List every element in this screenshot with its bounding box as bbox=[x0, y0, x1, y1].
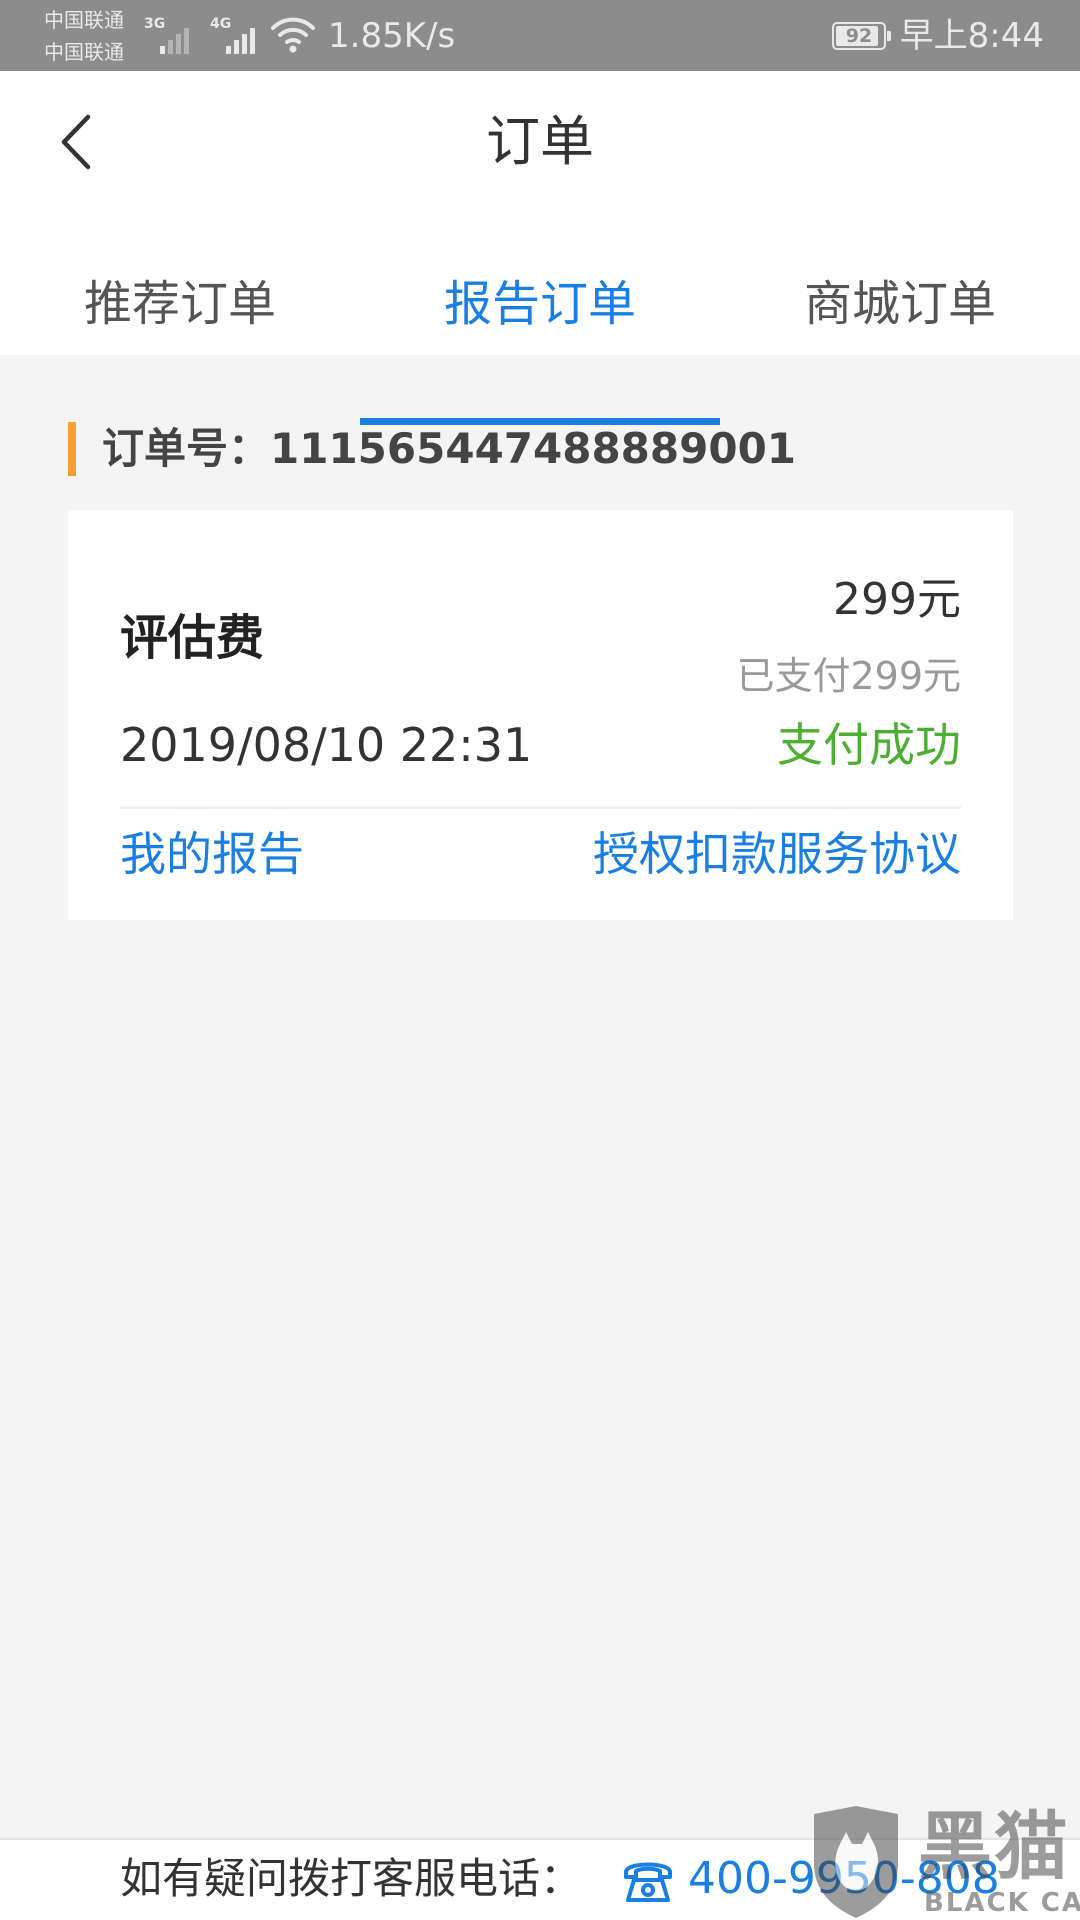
tab-recommended-orders[interactable]: 推荐订单 bbox=[0, 249, 360, 355]
cat-shield-logo bbox=[814, 1806, 898, 1918]
my-report-link[interactable]: 我的报告 bbox=[120, 822, 304, 886]
card-divider bbox=[120, 806, 961, 809]
tab-report-orders[interactable]: 报告订单 bbox=[360, 249, 720, 355]
battery-icon: 92 bbox=[832, 22, 891, 50]
header: 订单 推荐订单 报告订单 商城订单 bbox=[0, 71, 1080, 425]
order-time: 2019/08/10 22:31 bbox=[120, 718, 533, 772]
watermark-text: 黑猫 bbox=[918, 1804, 1070, 1890]
network-speed: 1.85K/s bbox=[328, 16, 456, 56]
hotline-label: 如有疑问拨打客服电话： bbox=[120, 1854, 583, 1903]
network-type-4g: 4G bbox=[210, 16, 232, 32]
carrier-name-primary: 中国联通 bbox=[44, 8, 124, 32]
phone-icon[interactable] bbox=[620, 1852, 676, 1906]
order-number: 订单号：1115654474888890​01 bbox=[102, 424, 797, 473]
status-bar: 中国联通 中国联通 3G 4G 1.85K/s 92 早上8:44 bbox=[0, 0, 1080, 71]
order-price: 299元 bbox=[833, 574, 961, 625]
tab-mall-orders[interactable]: 商城订单 bbox=[720, 249, 1080, 355]
order-tabs: 推荐订单 报告订单 商城订单 bbox=[0, 249, 1080, 425]
wifi-icon bbox=[271, 17, 315, 53]
network-type-3g: 3G bbox=[144, 16, 166, 32]
battery-percent: 92 bbox=[845, 25, 873, 47]
order-card: 评估费 299元 已支付299元 2019/08/10 22:31 支付成功 我… bbox=[68, 510, 1013, 920]
order-item-name: 评估费 bbox=[120, 610, 265, 666]
watermark-subtext: BLACK CAT bbox=[924, 1888, 1080, 1918]
payment-status: 支付成功 bbox=[777, 718, 961, 772]
clock: 早上8:44 bbox=[899, 16, 1044, 56]
payment-agreement-link[interactable]: 授权扣款服务协议 bbox=[593, 822, 961, 886]
paid-amount: 已支付299元 bbox=[736, 654, 961, 698]
carrier-name-secondary: 中国联通 bbox=[44, 40, 124, 64]
black-cat-watermark: 黑猫 BLACK CAT bbox=[806, 1804, 1080, 1920]
order-number-accent bbox=[68, 422, 76, 476]
page-title: 订单 bbox=[486, 110, 594, 173]
